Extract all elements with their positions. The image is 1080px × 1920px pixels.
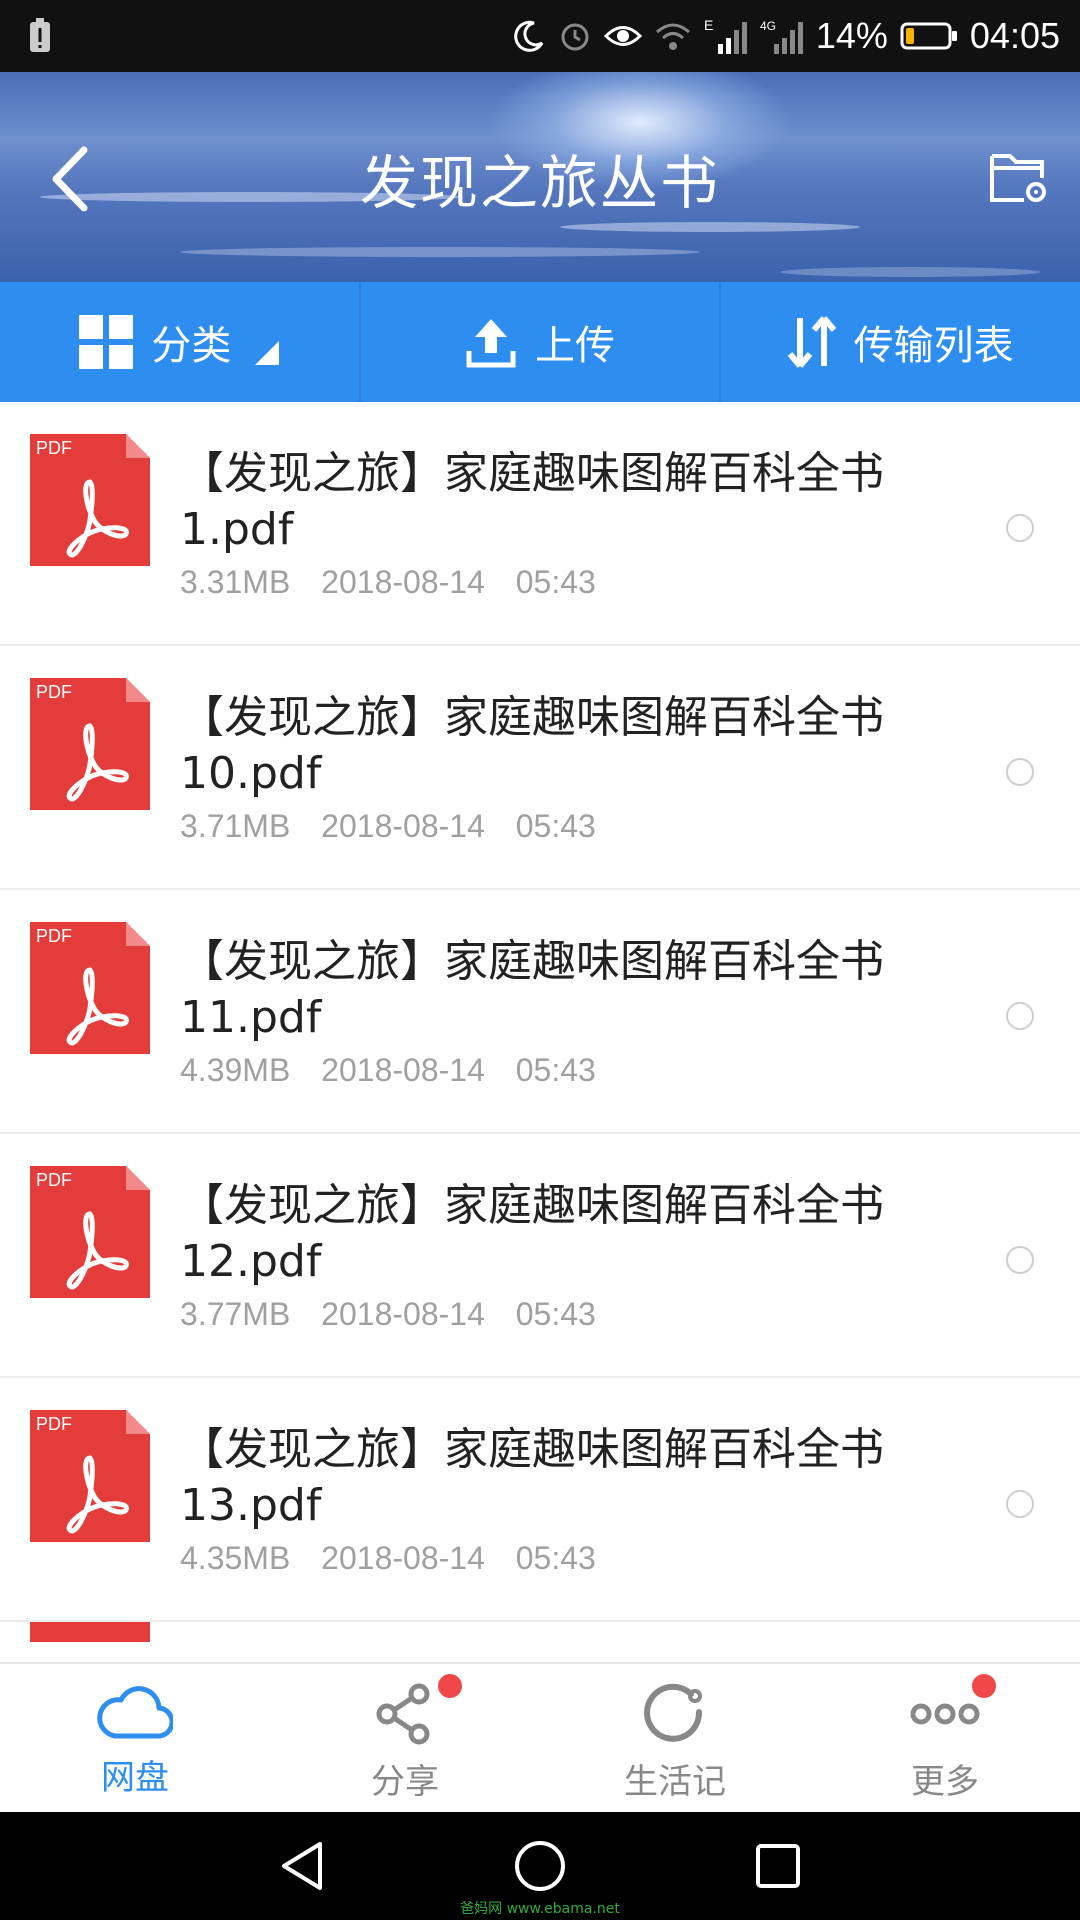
file-meta: 3.71MB 2018-08-14 05:43 bbox=[180, 808, 596, 845]
file-name: 【发现之旅】家庭趣味图解百科全书10.pdf bbox=[180, 692, 884, 799]
file-time: 05:43 bbox=[515, 564, 596, 600]
network-e-label: E bbox=[704, 17, 713, 33]
system-navigation-bar: 爸妈网 www.ebama.net bbox=[0, 1812, 1080, 1920]
file-name: 【发现之旅】家庭趣味图解百科全书1.pdf bbox=[180, 448, 884, 555]
dropdown-triangle-icon bbox=[255, 341, 280, 365]
eye-icon bbox=[603, 21, 642, 51]
tab-netdisk[interactable]: 网盘 bbox=[0, 1664, 270, 1812]
file-row[interactable]: PDF 【发现之旅】家庭趣味图解百科全书13.pdf 4.35MB 2018-0… bbox=[0, 1378, 1080, 1622]
upload-icon bbox=[466, 319, 516, 368]
pdf-file-icon: PDF bbox=[30, 678, 150, 810]
pdf-type-label: PDF bbox=[36, 438, 72, 458]
pdf-type-label: PDF bbox=[36, 1170, 72, 1190]
more-dots-icon bbox=[910, 1703, 980, 1725]
file-size: 3.31MB bbox=[180, 564, 291, 600]
file-row[interactable]: PDF 【发现之旅】家庭趣味图解百科全书10.pdf 3.71MB 2018-0… bbox=[0, 646, 1080, 890]
grid-icon bbox=[79, 315, 134, 369]
signal-icon-4g: 4G bbox=[760, 16, 804, 56]
transfer-arrows-icon bbox=[787, 316, 836, 368]
battery-icon bbox=[900, 21, 958, 51]
battery-alert-icon bbox=[28, 18, 52, 58]
share-icon bbox=[376, 1683, 430, 1745]
file-time: 05:43 bbox=[515, 808, 596, 844]
tab-more[interactable]: 更多 bbox=[810, 1664, 1080, 1812]
tab-label: 生活记 bbox=[624, 1762, 726, 1802]
action-toolbar: 分类 上传 传输列表 bbox=[0, 282, 1080, 402]
file-row[interactable]: PDF 【发现之旅】家庭趣味图解百科全书1.pdf 3.31MB 2018-08… bbox=[0, 402, 1080, 646]
circle-arrow-icon bbox=[644, 1683, 703, 1742]
file-date: 2018-08-14 bbox=[321, 1296, 485, 1332]
status-bar: E 4G 14% 04:05 bbox=[0, 0, 1080, 72]
select-radio[interactable] bbox=[1006, 1246, 1034, 1274]
file-row[interactable]: PDF 【发现之旅】家庭趣味图解百科全书12.pdf 3.77MB 2018-0… bbox=[0, 1134, 1080, 1378]
header-banner: 发现之旅丛书 bbox=[0, 72, 1080, 282]
select-radio[interactable] bbox=[1006, 1002, 1034, 1030]
file-date: 2018-08-14 bbox=[321, 564, 485, 600]
pdf-type-label: PDF bbox=[36, 926, 72, 946]
alarm-icon bbox=[558, 19, 592, 53]
pdf-file-icon: PDF bbox=[30, 434, 150, 566]
cloud-icon bbox=[97, 1686, 173, 1739]
system-back-button[interactable] bbox=[276, 1838, 328, 1894]
file-meta: 4.35MB 2018-08-14 05:43 bbox=[180, 1540, 596, 1577]
file-date: 2018-08-14 bbox=[321, 1540, 485, 1576]
file-name: 【发现之旅】家庭趣味图解百科全书13.pdf bbox=[180, 1424, 884, 1531]
file-meta: 3.77MB 2018-08-14 05:43 bbox=[180, 1296, 596, 1333]
file-row-partial[interactable] bbox=[0, 1622, 1080, 1642]
tab-label: 网盘 bbox=[101, 1758, 169, 1798]
pdf-file-icon: PDF bbox=[30, 1410, 150, 1542]
file-date: 2018-08-14 bbox=[321, 1052, 485, 1088]
signal-icon-e: E bbox=[704, 16, 748, 56]
file-size: 4.35MB bbox=[180, 1540, 291, 1576]
pdf-file-icon: PDF bbox=[30, 922, 150, 1054]
upload-button[interactable]: 上传 bbox=[361, 282, 722, 402]
file-row[interactable]: PDF 【发现之旅】家庭趣味图解百科全书11.pdf 4.39MB 2018-0… bbox=[0, 890, 1080, 1134]
file-time: 05:43 bbox=[515, 1296, 596, 1332]
file-size: 3.71MB bbox=[180, 808, 291, 844]
pdf-type-label: PDF bbox=[36, 682, 72, 702]
file-meta: 4.39MB 2018-08-14 05:43 bbox=[180, 1052, 596, 1089]
tab-life-notes[interactable]: 生活记 bbox=[540, 1664, 810, 1812]
battery-percent: 14% bbox=[815, 15, 888, 56]
file-time: 05:43 bbox=[515, 1052, 596, 1088]
tab-share[interactable]: 分享 bbox=[270, 1664, 540, 1812]
system-home-button[interactable] bbox=[512, 1838, 568, 1894]
tab-label: 更多 bbox=[911, 1762, 979, 1802]
moon-icon bbox=[512, 19, 546, 53]
tab-label: 分享 bbox=[371, 1762, 439, 1802]
clock: 04:05 bbox=[969, 15, 1060, 56]
file-meta: 3.31MB 2018-08-14 05:43 bbox=[180, 564, 596, 601]
notification-badge bbox=[438, 1674, 462, 1698]
file-name: 【发现之旅】家庭趣味图解百科全书12.pdf bbox=[180, 1180, 884, 1287]
transfer-list-button[interactable]: 传输列表 bbox=[721, 282, 1080, 402]
page-title: 发现之旅丛书 bbox=[359, 149, 720, 217]
folder-settings-icon bbox=[990, 154, 1046, 202]
file-size: 4.39MB bbox=[180, 1052, 291, 1088]
bottom-tab-bar: 网盘 分享 生活记 更多 bbox=[0, 1662, 1080, 1812]
file-time: 05:43 bbox=[515, 1540, 596, 1576]
pdf-type-label: PDF bbox=[36, 1414, 72, 1434]
select-radio[interactable] bbox=[1006, 514, 1034, 542]
transfer-label: 传输列表 bbox=[853, 323, 1014, 369]
watermark: 爸妈网 www.ebama.net bbox=[460, 1901, 620, 1917]
file-date: 2018-08-14 bbox=[321, 808, 485, 844]
pdf-file-icon: PDF bbox=[30, 1166, 150, 1298]
file-list: PDF 【发现之旅】家庭趣味图解百科全书1.pdf 3.31MB 2018-08… bbox=[0, 402, 1080, 1662]
wifi-icon bbox=[654, 20, 692, 52]
pdf-file-icon bbox=[30, 1622, 150, 1642]
category-label: 分类 bbox=[151, 323, 232, 369]
notification-badge bbox=[972, 1674, 996, 1698]
category-button[interactable]: 分类 bbox=[0, 282, 361, 402]
network-4g-label: 4G bbox=[760, 19, 776, 33]
folder-settings-button[interactable] bbox=[988, 148, 1050, 206]
upload-label: 上传 bbox=[535, 323, 615, 369]
select-radio[interactable] bbox=[1006, 1490, 1034, 1518]
system-recents-button[interactable] bbox=[752, 1838, 804, 1894]
file-size: 3.77MB bbox=[180, 1296, 291, 1332]
select-radio[interactable] bbox=[1006, 758, 1034, 786]
file-name: 【发现之旅】家庭趣味图解百科全书11.pdf bbox=[180, 936, 884, 1043]
